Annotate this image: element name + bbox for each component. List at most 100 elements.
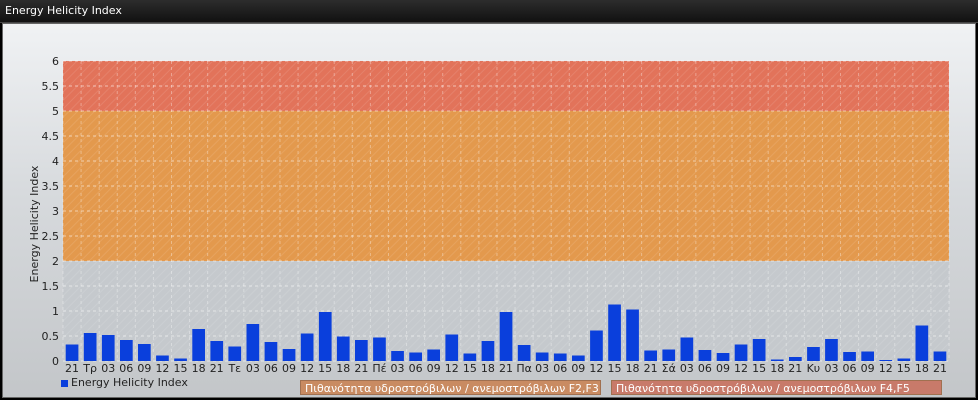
x-tick-label: Τε <box>227 362 241 375</box>
chart-panel: 0 0.5 1 1.5 2 2.5 3 3.5 4 4.5 5 5.5 6 21 Τρ 03 06 09 12 15… <box>2 23 976 398</box>
bar <box>228 346 242 361</box>
y-axis-label: Energy Helicity Index <box>28 165 41 282</box>
bar <box>264 342 278 361</box>
bar <box>752 339 766 361</box>
x-tick-label: 15 <box>607 362 621 375</box>
bar <box>517 345 531 361</box>
legend-swatch-series <box>61 380 68 387</box>
bar <box>282 349 296 361</box>
x-tick-label: 21 <box>499 362 513 375</box>
bar <box>300 333 314 361</box>
bar <box>192 329 205 361</box>
chart-window: Energy Helicity Index 0 0.5 1 1.5 2 2.5 3 3.5 4 4… <box>0 0 978 400</box>
bar <box>355 340 368 361</box>
x-tick-label: 09 <box>861 362 875 375</box>
bar <box>101 335 115 361</box>
x-tick-label: 03 <box>101 362 115 375</box>
bar <box>553 353 567 361</box>
x-tick-label: 06 <box>409 362 423 375</box>
y-tick-label: 2 <box>52 255 59 268</box>
x-tick-label: 12 <box>589 362 603 375</box>
x-tick-label: 12 <box>879 362 893 375</box>
bar <box>174 358 187 361</box>
y-tick-label: 0.5 <box>42 330 60 343</box>
bar <box>897 358 911 361</box>
y-tick-label: 5 <box>52 105 59 118</box>
bar <box>427 349 440 361</box>
bar <box>825 339 838 361</box>
x-tick-label: 06 <box>553 362 567 375</box>
y-tick-label: 3.5 <box>42 180 60 193</box>
bar <box>626 309 639 361</box>
x-tick-label: 03 <box>246 362 260 375</box>
bar <box>590 330 603 361</box>
x-tick-label: 18 <box>770 362 784 375</box>
bar <box>698 350 712 361</box>
x-tick-label: 09 <box>716 362 730 375</box>
x-tick-label: Κυ <box>807 362 821 375</box>
window-title: Energy Helicity Index <box>5 4 122 17</box>
legend-band-f4f5: Πιθανότητα υδροστρόβιλων / ανεμοστρόβιλω… <box>611 380 942 395</box>
bar <box>933 351 947 361</box>
bar <box>65 344 79 361</box>
y-tick-label: 3 <box>52 205 59 218</box>
bar <box>120 340 133 361</box>
bar <box>644 350 657 361</box>
x-tick-label: 09 <box>282 362 296 375</box>
bar <box>445 334 459 361</box>
bar <box>210 341 224 361</box>
bar <box>861 351 874 361</box>
x-tick-label: 03 <box>535 362 549 375</box>
x-tick-label: 12 <box>734 362 748 375</box>
x-tick-label: 21 <box>354 362 368 375</box>
bar-chart: 00.511.522.533.544.555.56 21 Τρ 03 06 09 12 15… <box>28 55 950 375</box>
x-tick-label: 06 <box>698 362 712 375</box>
bar <box>499 312 513 361</box>
x-tick-label: 12 <box>300 362 314 375</box>
bar <box>879 360 893 361</box>
x-tick-label: 18 <box>626 362 640 375</box>
x-tick-label: 21 <box>933 362 947 375</box>
x-tick-label: 06 <box>119 362 133 375</box>
bar <box>481 341 495 361</box>
bar <box>734 344 748 361</box>
x-tick-label: 21 <box>65 362 79 375</box>
bar <box>680 337 694 361</box>
y-tick-label: 4.5 <box>42 130 60 143</box>
x-tick-label: 15 <box>174 362 188 375</box>
y-tick-label: 2.5 <box>42 230 60 243</box>
x-tick-label: Πέ <box>372 362 386 375</box>
bar <box>915 325 929 361</box>
x-tick-label: 18 <box>192 362 206 375</box>
bar <box>770 359 784 361</box>
bar <box>391 351 404 361</box>
y-tick-label: 6 <box>52 55 59 68</box>
bar <box>318 312 332 361</box>
bar <box>373 337 386 361</box>
legend-label-series: Energy Helicity Index <box>71 376 188 389</box>
x-tick-label: 21 <box>788 362 802 375</box>
x-tick-label: 21 <box>210 362 224 375</box>
bar <box>662 349 676 361</box>
x-tick-label: 18 <box>915 362 929 375</box>
y-tick-label: 5.5 <box>42 80 60 93</box>
bar <box>336 336 350 361</box>
x-tick-label: 18 <box>336 362 350 375</box>
legend-band-f2f3: Πιθανότητα υδροστρόβιλων / ανεμοστρόβιλω… <box>300 380 601 395</box>
x-tick-label: 15 <box>318 362 332 375</box>
x-tick-label: 12 <box>445 362 459 375</box>
x-tick-label: Τρ <box>82 362 97 375</box>
x-tick-label: 06 <box>843 362 857 375</box>
bar <box>608 304 621 361</box>
bar <box>156 355 169 361</box>
x-tick-label: 15 <box>463 362 477 375</box>
y-tick-label: 4 <box>52 155 59 168</box>
x-tick-label: 03 <box>391 362 405 375</box>
bar <box>463 353 477 361</box>
x-tick-label: 15 <box>752 362 766 375</box>
y-tick-label: 1 <box>52 305 59 318</box>
x-tick-label: 15 <box>897 362 911 375</box>
bar <box>138 344 151 361</box>
bar <box>409 352 422 361</box>
bar <box>535 352 549 361</box>
